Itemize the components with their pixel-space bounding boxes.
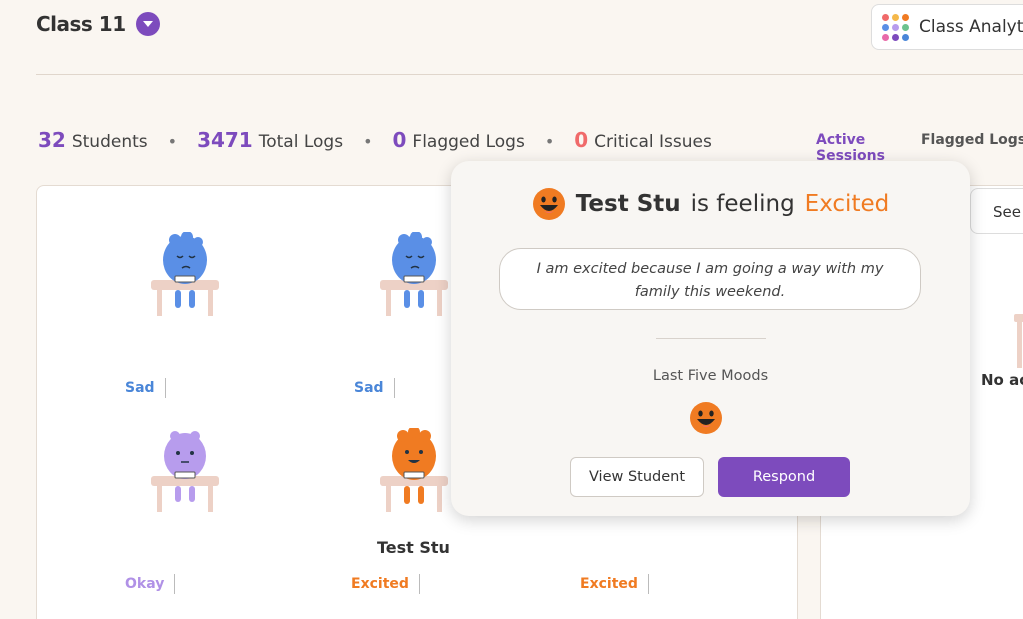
occluded-card-edge [433,332,451,408]
mood-label: Excited [351,574,420,594]
student-mood-popover: Test Stu is feeling Excited I am excited… [451,161,970,516]
mood-label: Excited [580,574,649,594]
student-card[interactable] [115,232,255,318]
excited-emoji-icon [532,188,565,220]
last-five-moods-label: Last Five Moods [652,368,769,384]
stats-separator: • [167,132,178,151]
class-analytics-label: Class Analytics [919,17,1023,37]
see-all-button[interactable]: See [970,188,1023,234]
stats-row: 32 Students • 3471 Total Logs • 0 Flagge… [38,128,712,152]
popover-header: Test Stu is feeling Excited [451,187,970,221]
critical-issues-label: Critical Issues [594,132,712,152]
stats-separator: • [363,132,373,151]
critical-issues-count: 0 [574,128,589,152]
popover-student-name: Test Stu [575,191,681,217]
class-selector[interactable]: Class 11 [36,12,160,36]
student-figure-sad [151,232,219,316]
no-activity-text: No ac [981,371,1023,389]
mood-label: Sad [354,378,395,398]
mood-label: Okay [125,574,176,594]
view-student-button[interactable]: View Student [570,457,704,497]
flagged-logs-label: Flagged Logs [412,132,525,152]
total-logs-label: Total Logs [258,132,344,152]
student-figure-okay [151,431,219,512]
popover-feeling: Excited [804,191,890,217]
mood-label: Sad [125,378,166,398]
chevron-down-icon[interactable] [135,12,160,36]
popover-divider [656,338,766,339]
tab-flagged-logs[interactable]: Flagged Logs [921,132,1023,164]
occluded-card-edge [577,529,709,559]
student-figure-excited [380,428,448,512]
students-count: 32 [38,128,66,152]
class-title: Class 11 [36,12,126,36]
stats-separator: • [544,132,555,151]
total-logs-count: 3471 [197,128,253,152]
student-name: Test Stu [377,538,450,557]
class-analytics-button[interactable]: Class Analytics [871,4,1023,50]
header-divider [36,74,1023,75]
mood-note-quote: I am excited because I am going a way wi… [499,248,921,310]
student-card[interactable] [115,428,255,514]
student-figure-sad [380,232,448,316]
flagged-logs-count: 0 [392,128,407,152]
tab-active-sessions[interactable]: Active Sessions [816,132,885,164]
analytics-grid-icon [882,13,909,41]
students-label: Students [71,132,148,152]
session-tabs: Active Sessions Flagged Logs [816,132,1023,164]
popover-feeling-prefix: is feeling [690,191,795,217]
excited-emoji-icon [690,402,722,434]
desk-illustration [1014,314,1023,368]
respond-button[interactable]: Respond [718,457,850,497]
